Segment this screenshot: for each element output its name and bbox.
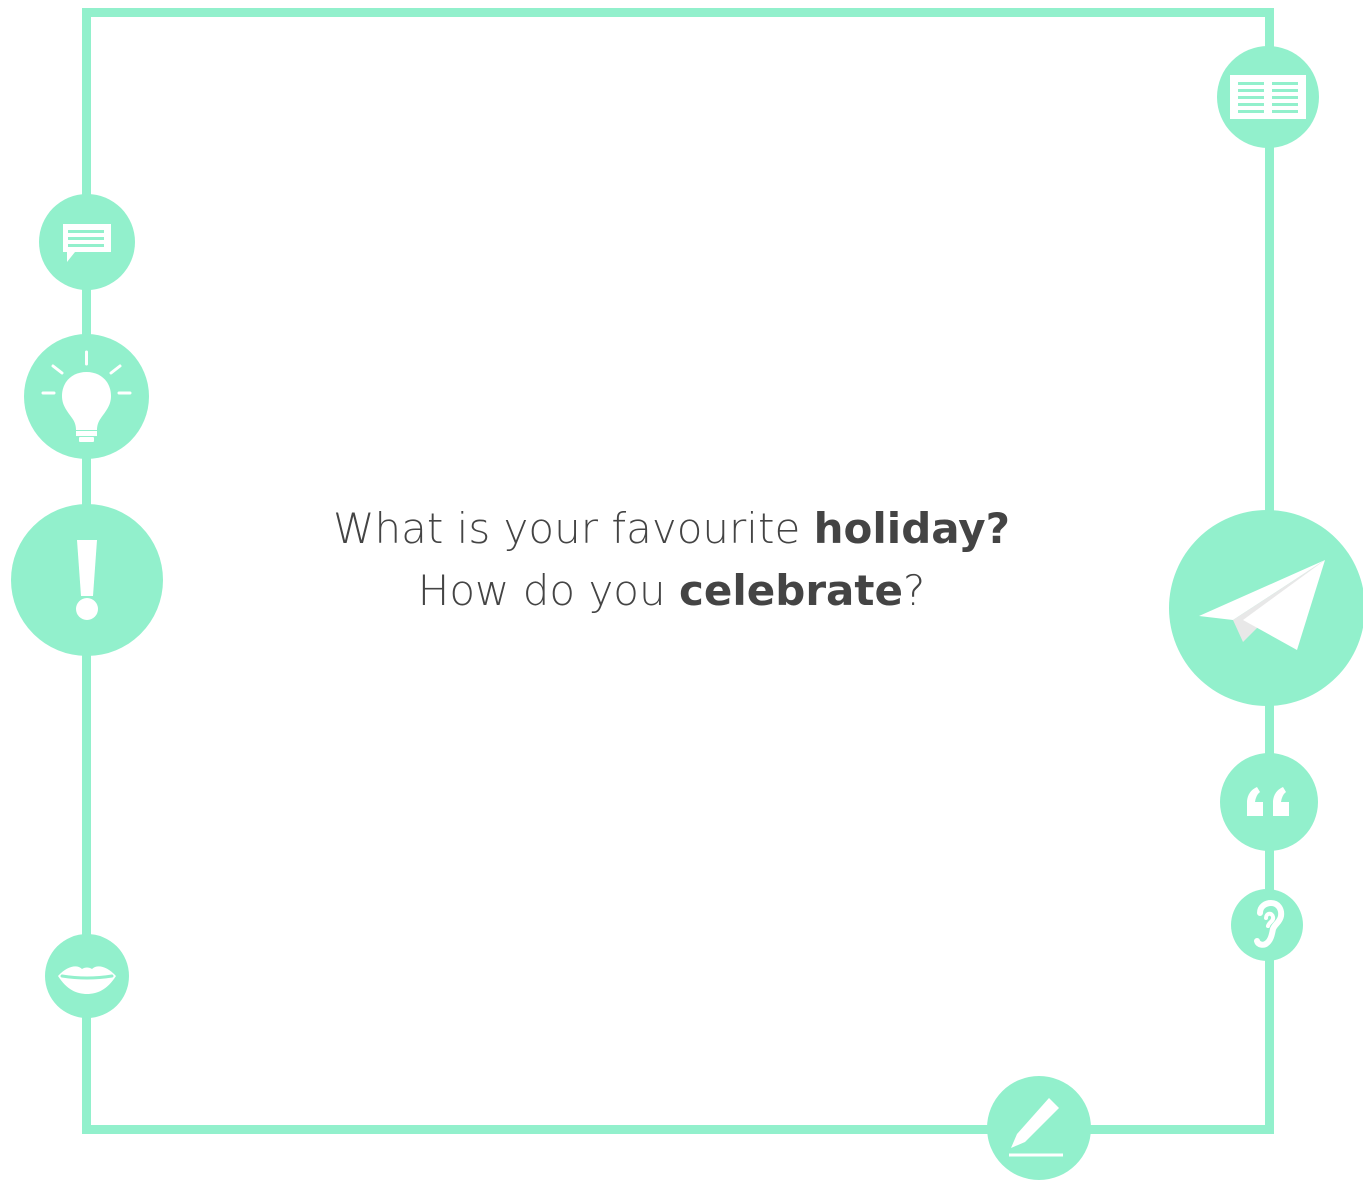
ear-badge: [1231, 889, 1303, 961]
question-line-2: How do you celebrate?: [200, 560, 1143, 622]
newspaper-icon: [1230, 75, 1306, 119]
question-line-2-emphasis: celebrate: [678, 566, 903, 615]
question-text: What is your favourite holiday? How do y…: [200, 498, 1143, 622]
speech-bubble-badge: [39, 194, 135, 290]
question-line-1: What is your favourite holiday?: [200, 498, 1143, 560]
slide: What is your favourite holiday? How do y…: [0, 0, 1363, 1181]
pencil-icon: [1009, 1098, 1063, 1157]
quote-badge: [1220, 753, 1318, 851]
newspaper-badge: [1217, 46, 1319, 148]
question-line-1-text: What is your favourite: [332, 504, 814, 553]
paper-plane-badge: [1169, 510, 1363, 706]
lightbulb-badge: [24, 334, 149, 459]
exclamation-icon: [76, 540, 98, 620]
lightbulb-icon: [41, 350, 132, 442]
question-line-1-emphasis: holiday?: [813, 504, 1011, 553]
question-line-2-end: ?: [902, 566, 926, 615]
exclamation-badge: [11, 504, 163, 656]
speech-bubble-icon: [63, 224, 111, 262]
paper-plane-icon: [1199, 560, 1325, 650]
question-line-2-text: How do you: [417, 566, 679, 615]
pencil-badge: [987, 1076, 1091, 1180]
quote-icon: [1247, 787, 1289, 816]
ear-icon: [1254, 899, 1285, 948]
lips-badge: [45, 934, 129, 1018]
lips-icon: [58, 966, 116, 994]
